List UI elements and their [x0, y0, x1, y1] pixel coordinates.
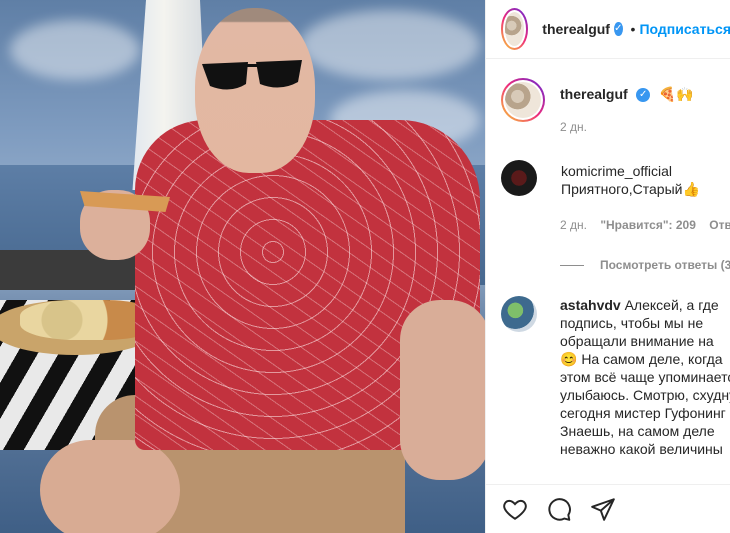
header-username[interactable]: therealguf — [542, 21, 610, 37]
avatar[interactable] — [501, 8, 529, 50]
comment-time[interactable]: 2 дн. — [560, 218, 587, 232]
comment-line: улыбаюсь. Смотрю, схуднул — [560, 387, 730, 403]
comment-meta: 2 дн. "Нравится": 209 Ответить — [560, 218, 730, 232]
comment-line: 😊 На самом деле, когда — [560, 351, 723, 367]
arm — [400, 300, 485, 480]
leg — [40, 440, 180, 533]
comment-line: неважно какой величины — [560, 441, 723, 457]
reply-button[interactable]: Ответить — [709, 218, 730, 232]
caption: therealguf ✓ 🍕🙌 — [501, 78, 693, 122]
sunglasses — [202, 60, 302, 90]
caption-username[interactable]: therealguf — [560, 86, 628, 102]
share-icon[interactable] — [590, 496, 616, 522]
comment-line: Алексей, а где — [624, 297, 719, 313]
comment: komicrime_official Приятного,Старый👍 — [501, 160, 700, 198]
post-sidebar: therealguf ✓ • Подписаться therealguf ✓ … — [485, 0, 730, 533]
heart-icon[interactable] — [502, 496, 528, 522]
verified-icon: ✓ — [613, 22, 623, 36]
comment-line: обращали внимание на — [560, 333, 714, 349]
post-actions — [486, 484, 730, 533]
divider-line — [560, 265, 584, 267]
commenter-avatar[interactable] — [501, 296, 537, 332]
comment-line: сегодня мистер Гуфонинг — [560, 405, 726, 421]
post-photo[interactable] — [0, 0, 485, 533]
comment-username[interactable]: komicrime_official — [561, 162, 700, 180]
caption-emojis: 🍕🙌 — [658, 86, 694, 102]
cloud — [10, 20, 140, 80]
post-header: therealguf ✓ • Подписаться — [486, 0, 730, 59]
comment-line: этом всё чаще упоминается — [560, 369, 730, 385]
comment-likes[interactable]: "Нравится": 209 — [600, 218, 696, 232]
view-replies[interactable]: Посмотреть ответы (3) — [560, 258, 730, 272]
separator-dot: • — [630, 21, 636, 37]
comment-username[interactable]: astahvdv — [560, 297, 621, 313]
comment-line: подпись, чтобы мы не — [560, 315, 704, 331]
comment-text: Приятного,Старый👍 — [561, 181, 700, 197]
post-view: therealguf ✓ • Подписаться therealguf ✓ … — [0, 0, 730, 533]
comment-icon[interactable] — [546, 496, 572, 522]
comment: astahvdv Алексей, а где подпись, чтобы м… — [501, 296, 730, 458]
commenter-avatar[interactable] — [501, 160, 537, 196]
view-replies-label: Посмотреть ответы (3) — [600, 258, 730, 272]
cloud — [300, 10, 480, 80]
avatar[interactable] — [501, 78, 545, 122]
caption-time[interactable]: 2 дн. — [560, 120, 587, 134]
comment-line: Знаешь, на самом деле — [560, 423, 715, 439]
follow-button[interactable]: Подписаться — [639, 21, 730, 37]
verified-icon: ✓ — [636, 87, 651, 102]
